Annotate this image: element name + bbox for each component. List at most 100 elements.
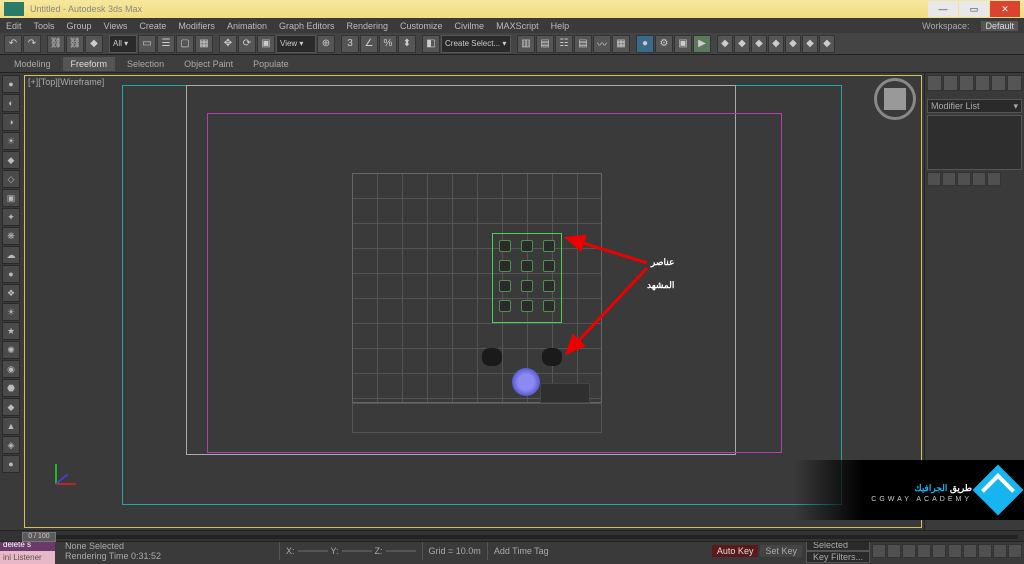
auto-key-button[interactable]: Auto Key (712, 545, 759, 557)
display-tab[interactable] (991, 75, 1006, 91)
left-tool-21[interactable]: ● (2, 455, 20, 473)
modify-tab[interactable] (943, 75, 958, 91)
menu-group[interactable]: Group (67, 21, 92, 31)
left-tool-15[interactable]: ✺ (2, 341, 20, 359)
tool-extra-4[interactable]: ◆ (768, 35, 784, 53)
menu-edit[interactable]: Edit (6, 21, 22, 31)
hierarchy-tab[interactable] (959, 75, 974, 91)
zoom-all-button[interactable] (963, 544, 977, 558)
cabinet-object[interactable] (540, 383, 590, 403)
sofa-chair-2[interactable] (542, 348, 562, 366)
menu-help[interactable]: Help (551, 21, 570, 31)
orbit-button[interactable] (993, 544, 1007, 558)
left-tool-20[interactable]: ◈ (2, 436, 20, 454)
left-tool-2[interactable]: ◐ (2, 94, 20, 112)
coord-z-input[interactable] (386, 550, 416, 552)
left-tool-18[interactable]: ◆ (2, 398, 20, 416)
redo-button[interactable]: ↷ (23, 35, 41, 53)
scale-button[interactable]: ▣ (257, 35, 275, 53)
viewcube[interactable] (874, 78, 916, 120)
tool-extra-3[interactable]: ◆ (751, 35, 767, 53)
selection-filter-dropdown[interactable]: All ▾ (109, 35, 137, 53)
left-tool-12[interactable]: ❖ (2, 284, 20, 302)
curve-editor-button[interactable]: 〰 (593, 35, 611, 53)
unique-button[interactable] (957, 172, 971, 186)
menu-views[interactable]: Views (104, 21, 128, 31)
prev-frame-button[interactable] (887, 544, 901, 558)
tool-extra-5[interactable]: ◆ (785, 35, 801, 53)
ribbon-populate[interactable]: Populate (245, 57, 297, 71)
modifier-stack[interactable] (927, 115, 1022, 170)
ribbon-modeling[interactable]: Modeling (6, 57, 59, 71)
menu-modifiers[interactable]: Modifiers (178, 21, 215, 31)
pan-button[interactable] (978, 544, 992, 558)
goto-end-button[interactable] (932, 544, 946, 558)
key-filters-button[interactable]: Key Filters... (806, 551, 870, 563)
left-tool-19[interactable]: ▲ (2, 417, 20, 435)
next-frame-button[interactable] (917, 544, 931, 558)
move-button[interactable]: ✥ (219, 35, 237, 53)
named-sel-button[interactable]: ◧ (422, 35, 440, 53)
left-tool-1[interactable]: ● (2, 75, 20, 93)
link-button[interactable]: ⛓ (47, 35, 65, 53)
left-tool-7[interactable]: ▣ (2, 189, 20, 207)
left-tool-13[interactable]: ☀ (2, 303, 20, 321)
menu-customize[interactable]: Customize (400, 21, 443, 31)
modifier-list-dropdown[interactable]: Modifier List▾ (927, 99, 1022, 113)
ribbon-freeform[interactable]: Freeform (63, 57, 116, 71)
rotate-button[interactable]: ⟳ (238, 35, 256, 53)
left-tool-4[interactable]: ☀ (2, 132, 20, 150)
menu-civilme[interactable]: Civilme (455, 21, 485, 31)
set-key-button[interactable]: Set Key (760, 545, 802, 557)
unlink-button[interactable]: ⛓ (66, 35, 84, 53)
time-slider[interactable]: 0 0 / 100 (0, 530, 1024, 542)
coord-x-input[interactable] (298, 550, 328, 552)
render-frame-button[interactable]: ▣ (674, 35, 692, 53)
left-tool-3[interactable]: ◑ (2, 113, 20, 131)
pivot-button[interactable]: ⊕ (317, 35, 335, 53)
create-tab[interactable] (927, 75, 942, 91)
menu-animation[interactable]: Animation (227, 21, 267, 31)
mini-listener[interactable]: ini Listener (0, 551, 55, 564)
mirror-button[interactable]: ▥ (517, 35, 535, 53)
left-tool-5[interactable]: ◆ (2, 151, 20, 169)
left-tool-8[interactable]: ✦ (2, 208, 20, 226)
render-setup-button[interactable]: ⚙ (655, 35, 673, 53)
tool-extra-2[interactable]: ◆ (734, 35, 750, 53)
viewport[interactable]: [+][Top][Wireframe] عناصرالم (22, 73, 924, 530)
left-tool-14[interactable]: ★ (2, 322, 20, 340)
pin-stack-button[interactable] (927, 172, 941, 186)
motion-tab[interactable] (975, 75, 990, 91)
goto-start-button[interactable] (872, 544, 886, 558)
schematic-button[interactable]: ▦ (612, 35, 630, 53)
select-region-button[interactable]: ▢ (176, 35, 194, 53)
tool-extra-7[interactable]: ◆ (819, 35, 835, 53)
sofa-chair-1[interactable] (482, 348, 502, 366)
left-tool-16[interactable]: ◉ (2, 360, 20, 378)
ribbon-object-paint[interactable]: Object Paint (176, 57, 241, 71)
menu-tools[interactable]: Tools (34, 21, 55, 31)
dining-set-selected[interactable] (492, 233, 562, 323)
window-crossing-button[interactable]: ▦ (195, 35, 213, 53)
zoom-button[interactable] (948, 544, 962, 558)
utilities-tab[interactable] (1007, 75, 1022, 91)
render-button[interactable]: ▶ (693, 35, 711, 53)
viewport-label[interactable]: [+][Top][Wireframe] (28, 77, 104, 87)
angle-snap-button[interactable]: ∠ (360, 35, 378, 53)
align-button[interactable]: ▤ (536, 35, 554, 53)
menu-create[interactable]: Create (139, 21, 166, 31)
workspace-dropdown[interactable]: Default (981, 21, 1018, 31)
bind-button[interactable]: ◆ (85, 35, 103, 53)
configure-button[interactable] (987, 172, 1001, 186)
close-button[interactable]: ✕ (990, 1, 1020, 17)
ribbon-selection[interactable]: Selection (119, 57, 172, 71)
select-name-button[interactable]: ☰ (157, 35, 175, 53)
left-tool-10[interactable]: ☁ (2, 246, 20, 264)
show-end-button[interactable] (942, 172, 956, 186)
max-viewport-button[interactable] (1008, 544, 1022, 558)
camera-icon[interactable] (512, 368, 540, 396)
percent-snap-button[interactable]: % (379, 35, 397, 53)
maximize-button[interactable]: ▭ (959, 1, 989, 17)
snap-button[interactable]: 3 (341, 35, 359, 53)
named-sel-dropdown[interactable]: Create Select... ▾ (441, 35, 511, 53)
